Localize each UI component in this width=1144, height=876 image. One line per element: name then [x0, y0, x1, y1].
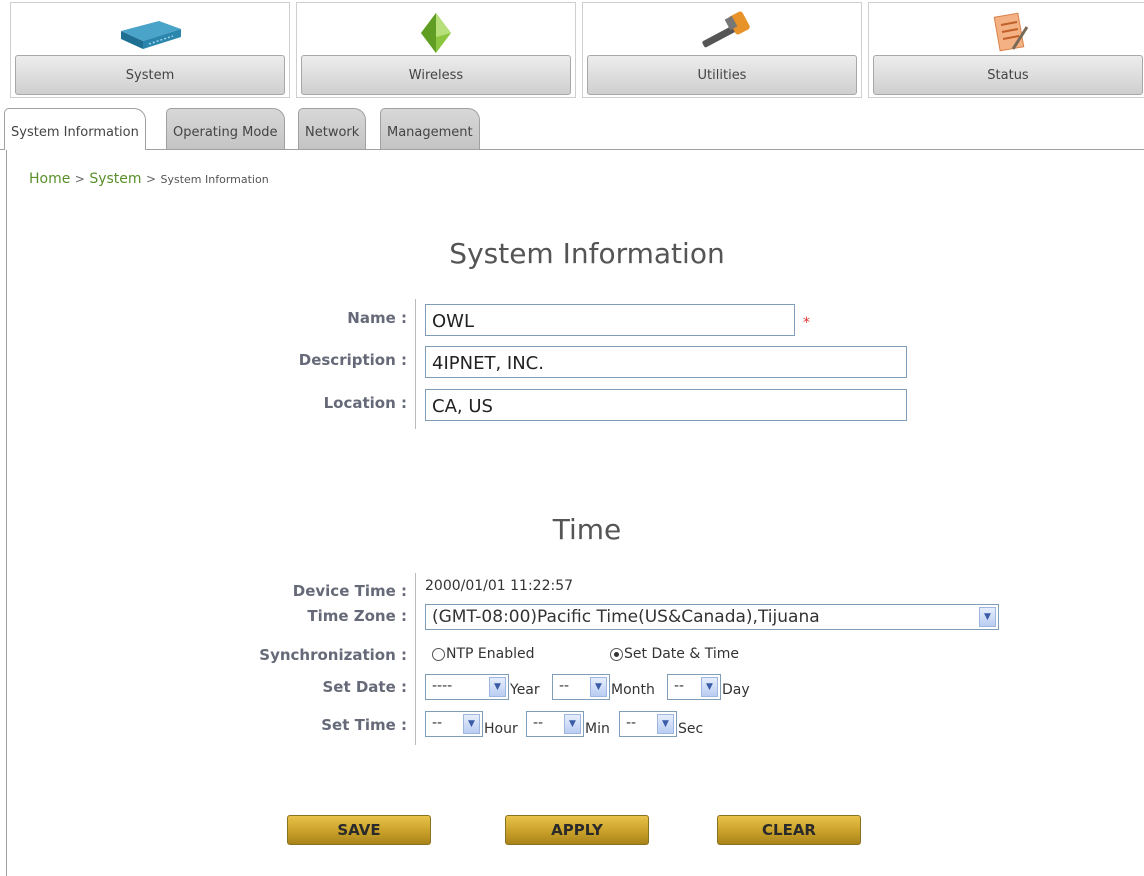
- nav-system[interactable]: System: [10, 2, 290, 98]
- tab-operating-mode[interactable]: Operating Mode: [166, 108, 285, 149]
- save-button[interactable]: SAVE: [287, 815, 431, 845]
- time-title: Time: [552, 513, 622, 546]
- location-field[interactable]: CA, US: [425, 389, 907, 421]
- breadcrumb-current: System Information: [160, 173, 269, 186]
- system-info-title: System Information: [449, 237, 725, 270]
- month-unit: Month: [611, 682, 655, 698]
- sec-unit: Sec: [678, 721, 704, 737]
- time-zone-select[interactable]: (GMT-08:00)Pacific Time(US&Canada),Tijua…: [425, 604, 999, 630]
- chevron-down-icon: ▼: [463, 714, 480, 734]
- router-icon: [121, 21, 181, 49]
- notepad-icon: [993, 12, 1029, 52]
- synchronization-label: Synchronization :: [259, 646, 407, 664]
- sec-select[interactable]: -- ▼: [619, 711, 677, 737]
- breadcrumb: Home > System > System Information: [29, 171, 269, 187]
- breadcrumb-separator: >: [145, 172, 157, 186]
- tab-management[interactable]: Management: [380, 108, 480, 149]
- ntp-enabled-label: NTP Enabled: [446, 646, 535, 662]
- breadcrumb-separator: >: [74, 172, 85, 186]
- set-date-label: Set Date :: [322, 678, 407, 696]
- nav-label: Wireless: [301, 55, 571, 95]
- sec-value: --: [626, 715, 637, 731]
- breadcrumb-home[interactable]: Home: [29, 171, 70, 187]
- min-value: --: [533, 715, 544, 731]
- day-unit: Day: [722, 682, 750, 698]
- chevron-down-icon: ▼: [657, 714, 674, 734]
- chevron-down-icon: ▼: [590, 677, 607, 697]
- name-field[interactable]: OWL: [425, 304, 795, 336]
- chevron-down-icon: ▼: [701, 677, 718, 697]
- chevron-down-icon: ▼: [489, 677, 506, 697]
- nav-status[interactable]: Status: [868, 2, 1144, 98]
- name-label: Name :: [347, 309, 407, 327]
- label-divider: [415, 299, 416, 429]
- min-select[interactable]: -- ▼: [526, 711, 584, 737]
- nav-label: System: [15, 55, 285, 95]
- top-navigation: System Wireless Utilities Status: [10, 2, 1144, 102]
- year-select[interactable]: ---- ▼: [425, 674, 509, 700]
- chevron-down-icon: ▼: [979, 607, 996, 627]
- nav-utilities[interactable]: Utilities: [582, 2, 862, 98]
- device-time-value: 2000/01/01 11:22:57: [425, 578, 574, 594]
- year-unit: Year: [510, 682, 540, 698]
- description-label: Description :: [298, 351, 407, 369]
- nav-label: Utilities: [587, 55, 857, 95]
- set-date-time-radio[interactable]: [610, 648, 623, 661]
- hour-select[interactable]: -- ▼: [425, 711, 483, 737]
- content-panel: Home > System > System Information Syste…: [6, 149, 1144, 876]
- description-field[interactable]: 4IPNET, INC.: [425, 346, 907, 378]
- label-divider: [415, 573, 416, 745]
- day-value: --: [674, 678, 685, 694]
- min-unit: Min: [585, 721, 610, 737]
- required-mark: *: [803, 315, 810, 331]
- month-value: --: [559, 678, 570, 694]
- tab-network[interactable]: Network: [298, 108, 367, 149]
- chevron-down-icon: ▼: [564, 714, 581, 734]
- apply-button[interactable]: APPLY: [505, 815, 649, 845]
- clear-button[interactable]: CLEAR: [717, 815, 861, 845]
- wireless-icon: [421, 13, 451, 53]
- ntp-enabled-radio[interactable]: [432, 648, 445, 661]
- hour-unit: Hour: [484, 721, 518, 737]
- tab-system-information[interactable]: System Information: [4, 108, 146, 150]
- set-time-label: Set Time :: [321, 716, 407, 734]
- tab-bar: System Information Operating Mode Networ…: [0, 104, 1144, 150]
- month-select[interactable]: -- ▼: [552, 674, 610, 700]
- nav-label: Status: [873, 55, 1143, 95]
- nav-wireless[interactable]: Wireless: [296, 2, 576, 98]
- location-label: Location :: [323, 394, 407, 412]
- hour-value: --: [432, 715, 443, 731]
- day-select[interactable]: -- ▼: [667, 674, 721, 700]
- device-time-label: Device Time :: [292, 582, 407, 600]
- time-zone-label: Time Zone :: [307, 607, 407, 625]
- time-zone-value: (GMT-08:00)Pacific Time(US&Canada),Tijua…: [432, 607, 820, 627]
- hammer-icon: [702, 11, 750, 48]
- set-date-time-label: Set Date & Time: [624, 646, 739, 662]
- breadcrumb-system[interactable]: System: [89, 171, 141, 187]
- year-value: ----: [432, 678, 453, 694]
